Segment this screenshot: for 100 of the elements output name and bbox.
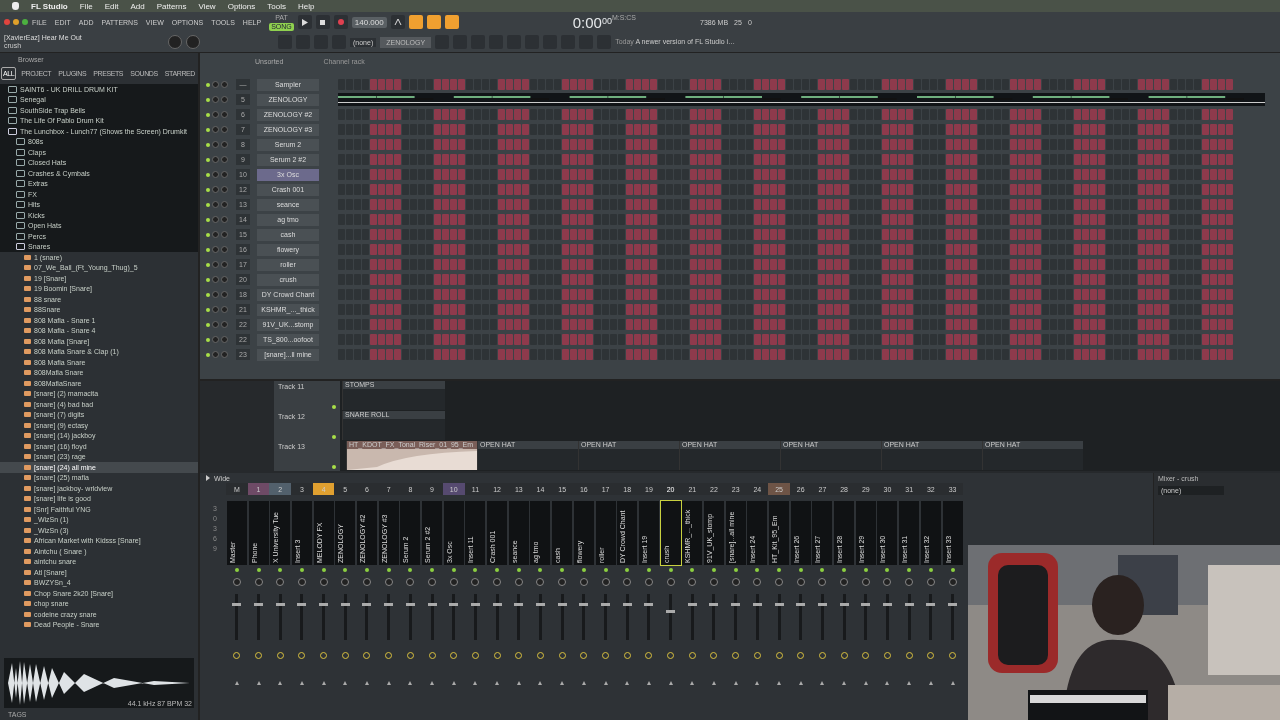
pan-knob[interactable] bbox=[753, 578, 762, 586]
route-arrow-icon[interactable] bbox=[516, 681, 521, 685]
insert-led[interactable] bbox=[711, 568, 716, 572]
mute-led[interactable] bbox=[206, 247, 210, 252]
fader-thumb[interactable] bbox=[644, 602, 654, 606]
mute-led[interactable] bbox=[206, 322, 210, 327]
fader-thumb[interactable] bbox=[687, 602, 697, 606]
volume-knob[interactable] bbox=[221, 231, 228, 238]
pan-knob[interactable] bbox=[341, 578, 350, 586]
route-arrow-icon[interactable] bbox=[364, 681, 369, 685]
route-arrow-icon[interactable] bbox=[581, 681, 586, 685]
route-arrow-icon[interactable] bbox=[690, 681, 695, 685]
insert-led[interactable] bbox=[733, 568, 738, 572]
route-arrow-icon[interactable] bbox=[451, 681, 456, 685]
fader-thumb[interactable] bbox=[405, 602, 415, 606]
mute-led[interactable] bbox=[206, 232, 210, 237]
route-arrow-icon[interactable] bbox=[928, 681, 933, 685]
insert-led[interactable] bbox=[907, 568, 912, 572]
pan-knob[interactable] bbox=[840, 578, 849, 586]
insert-led[interactable] bbox=[885, 568, 890, 572]
volume-knob[interactable] bbox=[221, 306, 228, 313]
volume-knob[interactable] bbox=[221, 186, 228, 193]
insert-led[interactable] bbox=[950, 568, 955, 572]
volume-knob[interactable] bbox=[221, 246, 228, 253]
volume-knob[interactable] bbox=[221, 201, 228, 208]
pan-knob[interactable] bbox=[276, 578, 285, 586]
fader-thumb[interactable] bbox=[948, 602, 958, 606]
mute-led[interactable] bbox=[206, 187, 210, 192]
route-arrow-icon[interactable] bbox=[473, 681, 478, 685]
insert-led[interactable] bbox=[451, 568, 456, 572]
fader-thumb[interactable] bbox=[579, 602, 589, 606]
route-arrow-icon[interactable] bbox=[668, 681, 673, 685]
mute-led[interactable] bbox=[206, 127, 210, 132]
pan-knob[interactable] bbox=[644, 578, 653, 586]
insert-led[interactable] bbox=[343, 568, 348, 572]
insert-led[interactable] bbox=[603, 568, 608, 572]
route-arrow-icon[interactable] bbox=[885, 681, 890, 685]
fader-thumb[interactable] bbox=[470, 602, 480, 606]
menu-item[interactable]: Patterns bbox=[156, 1, 187, 11]
insert-led[interactable] bbox=[495, 568, 500, 572]
route-arrow-icon[interactable] bbox=[777, 681, 782, 685]
volume-knob[interactable] bbox=[221, 276, 228, 283]
pan-knob[interactable] bbox=[731, 578, 740, 586]
mute-led[interactable] bbox=[206, 337, 210, 342]
fader-thumb[interactable] bbox=[882, 602, 892, 606]
pan-knob[interactable] bbox=[297, 578, 306, 586]
volume-knob[interactable] bbox=[221, 96, 228, 103]
mute-led[interactable] bbox=[206, 292, 210, 297]
menu-item[interactable]: File bbox=[79, 1, 93, 11]
route-arrow-icon[interactable] bbox=[950, 681, 955, 685]
volume-knob[interactable] bbox=[221, 321, 228, 328]
play-icon[interactable] bbox=[297, 15, 312, 29]
insert-led[interactable] bbox=[863, 568, 868, 572]
route-arrow-icon[interactable] bbox=[820, 681, 825, 685]
pan-knob[interactable] bbox=[579, 578, 588, 586]
insert-led[interactable] bbox=[928, 568, 933, 572]
fader-thumb[interactable] bbox=[319, 602, 329, 606]
insert-led[interactable] bbox=[299, 568, 304, 572]
volume-knob[interactable] bbox=[221, 261, 228, 268]
route-arrow-icon[interactable] bbox=[842, 681, 847, 685]
menu-item[interactable]: FL Studio bbox=[31, 1, 68, 11]
volume-knob[interactable] bbox=[221, 126, 228, 133]
mute-led[interactable] bbox=[206, 172, 210, 177]
mute-led[interactable] bbox=[206, 157, 210, 162]
insert-led[interactable] bbox=[256, 568, 261, 572]
mute-led[interactable] bbox=[206, 112, 210, 117]
mute-led[interactable] bbox=[206, 262, 210, 267]
fader-thumb[interactable] bbox=[514, 602, 524, 606]
pan-knob[interactable] bbox=[558, 578, 567, 586]
insert-led[interactable] bbox=[538, 568, 543, 572]
mute-led[interactable] bbox=[206, 277, 210, 282]
menu-item[interactable]: View bbox=[198, 1, 216, 11]
insert-led[interactable] bbox=[777, 568, 782, 572]
fader-thumb[interactable] bbox=[774, 602, 784, 606]
fader-thumb[interactable] bbox=[449, 602, 459, 606]
fader-thumb[interactable] bbox=[297, 602, 307, 606]
insert-led[interactable] bbox=[408, 568, 413, 572]
fader-thumb[interactable] bbox=[384, 602, 394, 606]
volume-knob[interactable] bbox=[221, 291, 228, 298]
stop-icon[interactable] bbox=[315, 15, 330, 29]
fader-thumb[interactable] bbox=[904, 602, 914, 606]
fader-thumb[interactable] bbox=[926, 602, 936, 606]
fader-thumb[interactable] bbox=[839, 602, 849, 606]
mute-led[interactable] bbox=[206, 142, 210, 147]
insert-led[interactable] bbox=[820, 568, 825, 572]
fader-thumb[interactable] bbox=[492, 602, 502, 606]
pan-knob[interactable] bbox=[232, 578, 241, 586]
volume-knob[interactable] bbox=[221, 81, 228, 88]
route-arrow-icon[interactable] bbox=[798, 681, 803, 685]
fader-thumb[interactable] bbox=[427, 602, 437, 606]
insert-led[interactable] bbox=[473, 568, 478, 572]
route-arrow-icon[interactable] bbox=[625, 681, 630, 685]
pan-knob[interactable] bbox=[623, 578, 632, 586]
insert-led[interactable] bbox=[430, 568, 435, 572]
pan-knob[interactable] bbox=[883, 578, 892, 586]
fader-thumb[interactable] bbox=[535, 602, 545, 606]
route-arrow-icon[interactable] bbox=[733, 681, 738, 685]
route-arrow-icon[interactable] bbox=[538, 681, 543, 685]
mute-led[interactable] bbox=[206, 97, 210, 102]
volume-knob[interactable] bbox=[221, 336, 228, 343]
